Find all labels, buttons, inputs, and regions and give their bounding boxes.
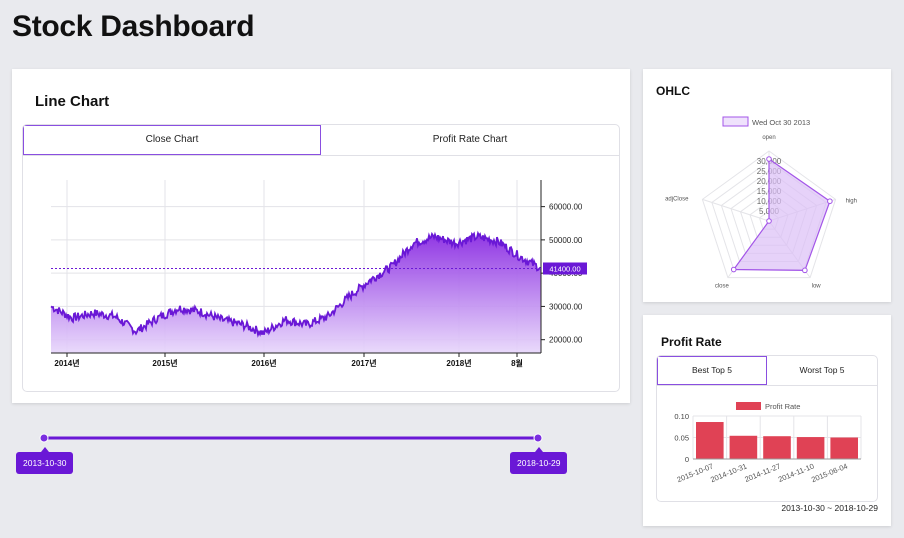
profit-rate-bar-chart[interactable]: Profit Rate 0.10 0.05 02015-10-072014-10-31… xyxy=(657,386,877,502)
profit-bar xyxy=(830,437,858,459)
x-tick-label: 2018년 xyxy=(446,358,471,368)
x-tick-label: 2016년 xyxy=(251,358,276,368)
x-tick-label: 2017년 xyxy=(351,358,376,368)
profit-bar xyxy=(796,437,825,459)
tab-best-top-5[interactable]: Best Top 5 xyxy=(657,356,767,385)
ohlc-card: OHLC Wed Oct 30 2013 open high low close adjC… xyxy=(643,69,891,302)
radar-axis-label: adjClose xyxy=(665,196,689,202)
legend-label: Wed Oct 30 2013 xyxy=(752,118,810,127)
x-tick-label: 2015-10-07 xyxy=(676,462,715,485)
page-title: Stock Dashboard xyxy=(12,10,255,43)
line-chart-card: Line Chart Close Chart Profit Rate Chart… xyxy=(12,69,630,403)
x-tick-label: 2014-10-31 xyxy=(709,462,748,485)
x-tick-label: 2014-11-10 xyxy=(777,462,815,485)
radar-point xyxy=(766,156,772,162)
radar-axis-label: high xyxy=(846,198,857,204)
tab-profit-rate-chart[interactable]: Profit Rate Chart xyxy=(321,125,619,155)
y-tick-label: 50000.00 xyxy=(549,236,583,245)
range-start-label: 2013-10-30 xyxy=(16,447,74,474)
x-tick-label: 2014년 xyxy=(54,358,79,368)
legend-swatch xyxy=(736,402,761,410)
tab-worst-top-5[interactable]: Worst Top 5 xyxy=(767,356,877,385)
line-chart-tabs: Close Chart Profit Rate Chart xyxy=(23,125,619,156)
y-tick-label: 0.10 xyxy=(674,412,689,421)
date-range-slider[interactable] xyxy=(0,428,560,448)
tab-close-chart[interactable]: Close Chart xyxy=(23,125,321,155)
current-value-label: 41400.00 xyxy=(549,264,580,273)
line-chart-title: Line Chart xyxy=(35,93,110,110)
x-tick-label: 8월 xyxy=(511,358,523,368)
radar-axis-label: low xyxy=(812,284,822,290)
slider-start-handle[interactable] xyxy=(39,433,49,443)
y-tick-label: 20000.00 xyxy=(549,336,583,345)
close-price-chart[interactable]: 60000.0050000.0040000.0030000.0020000.00… xyxy=(23,156,619,392)
radar-axis-label: close xyxy=(715,284,730,290)
line-chart-panel: Close Chart Profit Rate Chart 60000.00 50… xyxy=(22,124,620,392)
profit-rate-card: Profit Rate Best Top 5 Worst Top 5 Profi… xyxy=(643,315,891,526)
legend-swatch xyxy=(722,116,749,127)
x-tick-label: 2015-06-04 xyxy=(810,462,849,485)
ohlc-radar-chart[interactable]: Wed Oct 30 2013openhighlowcloseadjClose3… xyxy=(643,69,891,302)
close-price-area xyxy=(51,233,541,353)
radar-point xyxy=(827,198,833,205)
date-range-text: 2013-10-30 ~ 2018-10-29 xyxy=(781,503,878,513)
y-tick-label: 0 xyxy=(685,455,689,464)
profit-bar xyxy=(696,422,724,459)
x-tick-label: 2015년 xyxy=(152,358,177,368)
radar-axis-label: open xyxy=(762,135,775,141)
profit-rate-panel: Best Top 5 Worst Top 5 Profit Rate 0.10 0.… xyxy=(656,355,878,502)
profit-bar xyxy=(763,436,791,459)
y-tick-label: 30000.00 xyxy=(549,302,583,311)
x-tick-label: 2014-11-27 xyxy=(743,462,781,485)
y-tick-label: 0.05 xyxy=(674,434,689,443)
radar-point xyxy=(766,218,772,224)
profit-rate-title: Profit Rate xyxy=(661,335,722,349)
radar-point xyxy=(730,266,737,273)
profit-rate-tabs: Best Top 5 Worst Top 5 xyxy=(657,356,877,386)
radar-point xyxy=(802,267,808,274)
y-tick-label: 60000.00 xyxy=(549,203,583,212)
profit-bar xyxy=(729,435,758,459)
legend-label: Profit Rate xyxy=(765,402,800,411)
slider-end-handle[interactable] xyxy=(533,433,543,443)
range-end-label: 2018-10-29 xyxy=(510,447,568,474)
